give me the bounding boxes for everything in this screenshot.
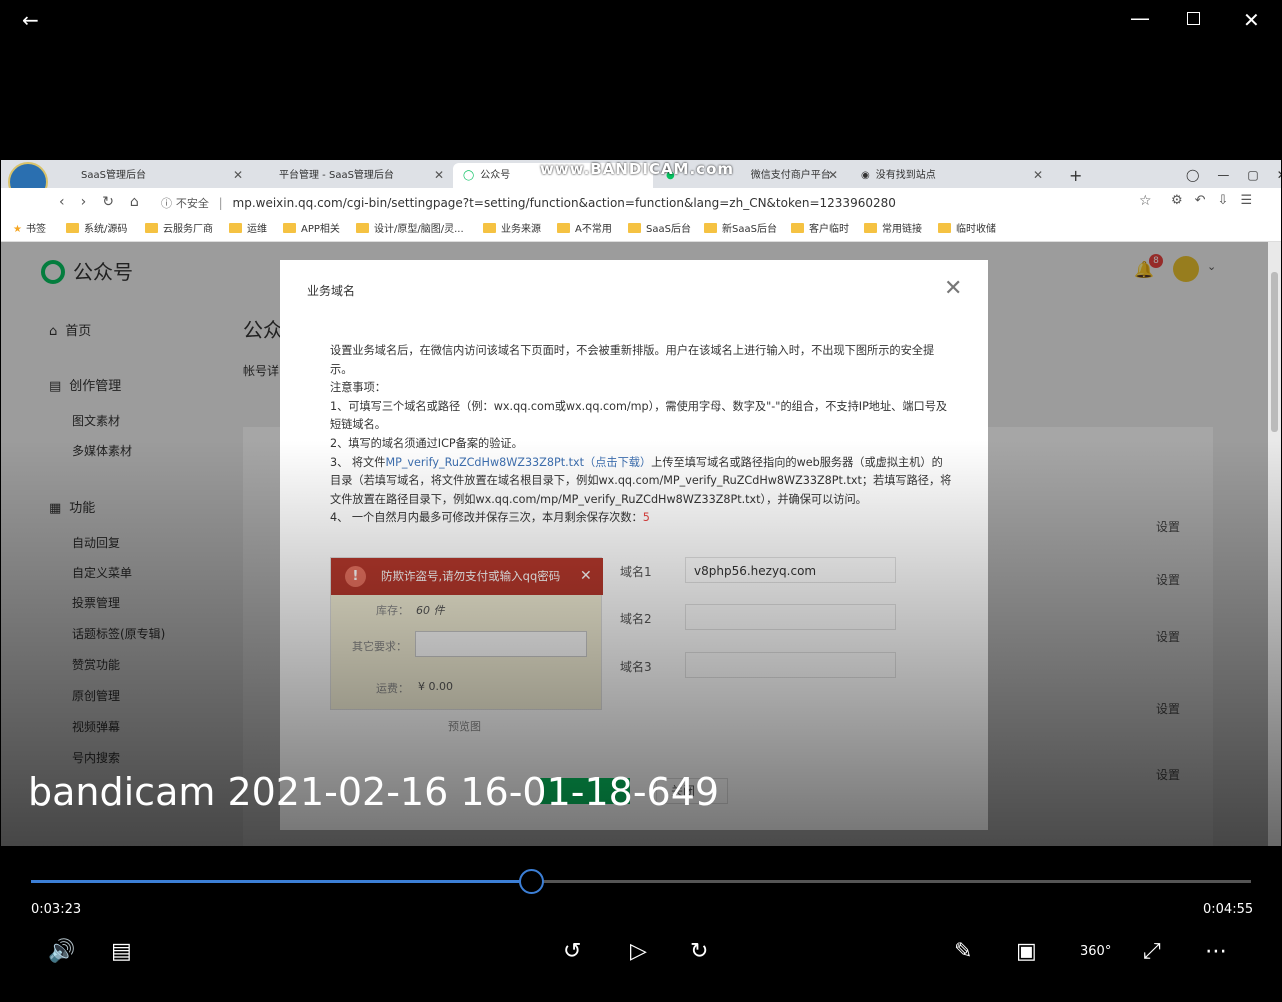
toolbar-icons[interactable]: ⚙↶⇩☰ xyxy=(1171,193,1264,208)
tab-saas-admin[interactable]: SaaS管理后台 ✕ xyxy=(71,163,251,188)
bandicam-watermark: www.BANDICAM.com xyxy=(540,160,735,178)
tab-close-icon[interactable]: ✕ xyxy=(828,163,838,188)
folder-icon xyxy=(283,223,296,233)
folder-icon xyxy=(704,223,717,233)
folder-icon xyxy=(66,223,79,233)
subtitles-icon[interactable]: ▤ xyxy=(111,938,132,966)
bookmark-folder[interactable]: 系统/源码 xyxy=(66,222,127,238)
remaining-count: 5 xyxy=(642,511,650,525)
info-icon: ⓘ xyxy=(161,197,172,210)
domain3-label: 域名3 xyxy=(620,660,652,674)
current-time: 0:03:23 xyxy=(31,902,82,917)
close-icon[interactable]: ✕ xyxy=(1243,10,1260,30)
more-icon[interactable]: ⋯ xyxy=(1205,938,1227,966)
bookmark-folder[interactable]: SaaS后台 xyxy=(628,222,691,238)
site-icon: ◉ xyxy=(861,170,870,181)
volume-icon[interactable]: 🔊 xyxy=(48,938,75,966)
bookmark-folder[interactable]: 业务来源 xyxy=(483,222,541,238)
total-time: 0:04:55 xyxy=(1203,902,1254,917)
back-arrow-icon[interactable]: ← xyxy=(22,10,39,30)
bookmark-folder[interactable]: 客户临时 xyxy=(791,222,849,238)
bookmark-folder[interactable]: 新SaaS后台 xyxy=(704,222,777,238)
bookmark-folder[interactable]: A不常用 xyxy=(557,222,612,238)
close-icon[interactable]: ✕ xyxy=(944,278,962,300)
address-bar[interactable]: ⓘ 不安全 | mp.weixin.qq.com/cgi-bin/setting… xyxy=(161,191,1161,215)
bookmark-folder[interactable]: 云服务厂商 xyxy=(145,222,213,238)
player-title-bar: ← — ✕ xyxy=(0,0,1282,44)
verify-file-link[interactable]: MP_verify_RuZCdHw8WZ33Z8Pt.txt（点击下载） xyxy=(385,456,651,469)
domain2-label: 域名2 xyxy=(620,612,652,626)
360-icon[interactable]: 360° xyxy=(1080,938,1111,966)
bookmark-folder[interactable]: 临时收储 xyxy=(938,222,996,238)
pen-icon[interactable]: ✎ xyxy=(954,938,972,966)
wechat-mp-icon: ◯ xyxy=(463,170,475,181)
folder-icon xyxy=(145,223,158,233)
video-player: ← — ✕ SaaS管理后台 ✕ 平台管理 - SaaS管理后台 ✕ ◯ 公众号 ● 微… xyxy=(0,0,1282,1002)
star-icon[interactable]: ☆ xyxy=(1139,193,1152,209)
rewind-10-icon[interactable]: ↺ xyxy=(563,938,581,966)
domain1-input[interactable]: v8php56.hezyq.com xyxy=(685,557,896,583)
close-icon: ✕ xyxy=(580,568,592,584)
folder-icon xyxy=(938,223,951,233)
seek-progress xyxy=(31,880,532,883)
address-toolbar: ‹›↻⌂ ⓘ 不安全 | mp.weixin.qq.com/cgi-bin/se… xyxy=(1,188,1281,218)
fraud-warning-banner: ! 防欺诈盗号,请勿支付或输入qq密码 ✕ xyxy=(331,558,603,595)
tab-close-icon[interactable]: ✕ xyxy=(434,163,444,188)
bookmark-star[interactable]: ★ 书签 xyxy=(13,222,46,238)
preview-input xyxy=(415,631,587,657)
browser-window: SaaS管理后台 ✕ 平台管理 - SaaS管理后台 ✕ ◯ 公众号 ● 微信支付商户平… xyxy=(1,160,1281,846)
bookmark-folder[interactable]: APP相关 xyxy=(283,222,340,238)
bookmark-folder[interactable]: 运维 xyxy=(229,222,267,238)
tab-close-icon[interactable]: ✕ xyxy=(1033,163,1043,188)
business-domain-dialog: 业务域名 ✕ 设置业务域名后，在微信内访问该域名下页面时，不会被重新排版。用户在… xyxy=(280,260,988,830)
seek-bar[interactable] xyxy=(31,869,1251,894)
fullscreen-icon[interactable]: ⤢ xyxy=(1143,938,1161,966)
preview-image: ! 防欺诈盗号,请勿支付或输入qq密码 ✕ 库存： 60 件 其它要求： 运费：… xyxy=(330,557,603,710)
preview-caption: 预览图 xyxy=(448,720,481,733)
folder-icon xyxy=(356,223,369,233)
domain2-input[interactable] xyxy=(685,604,896,630)
folder-icon xyxy=(557,223,570,233)
folder-icon xyxy=(864,223,877,233)
seek-knob[interactable] xyxy=(519,869,545,894)
scrollbar[interactable] xyxy=(1268,242,1281,846)
bookmark-folder[interactable]: 设计/原型/脑图/灵... xyxy=(356,222,464,238)
tab-close-icon[interactable]: ✕ xyxy=(233,163,243,188)
tab-site-not-found[interactable]: ◉ 没有找到站点 ✕ xyxy=(851,163,1051,188)
bookmark-folder[interactable]: 常用链接 xyxy=(864,222,922,238)
folder-icon xyxy=(483,223,496,233)
play-icon[interactable]: ▷ xyxy=(630,938,647,966)
star-icon: ★ xyxy=(13,224,22,235)
maximize-icon[interactable] xyxy=(1187,12,1200,25)
mini-view-icon[interactable]: ▣ xyxy=(1016,938,1037,966)
forward-30-icon[interactable]: ↻ xyxy=(690,938,708,966)
folder-icon xyxy=(229,223,242,233)
domain3-input[interactable] xyxy=(685,652,896,678)
dialog-title: 业务域名 xyxy=(307,284,356,298)
dialog-instructions: 设置业务域名后，在微信内访问该域名下页面时，不会被重新排版。用户在该域名上进行输… xyxy=(330,344,952,525)
tab-platform-admin[interactable]: 平台管理 - SaaS管理后台 ✕ xyxy=(269,163,452,188)
folder-icon xyxy=(628,223,641,233)
new-tab-button[interactable]: + xyxy=(1059,163,1082,188)
domain1-label: 域名1 xyxy=(620,565,652,579)
video-title: bandicam 2021-02-16 16-01-18-649 xyxy=(28,770,720,814)
folder-icon xyxy=(791,223,804,233)
minimize-icon[interactable]: — xyxy=(1130,8,1150,28)
browser-window-controls: ◯—▢✕ xyxy=(1186,168,1281,182)
exclamation-icon: ! xyxy=(345,566,366,587)
bookmarks-bar: ★ 书签 系统/源码 云服务厂商 运维 APP相关 设计/原型/脑图/灵... 业… xyxy=(1,218,1281,242)
nav-buttons-icon[interactable]: ‹›↻⌂ xyxy=(59,194,155,210)
